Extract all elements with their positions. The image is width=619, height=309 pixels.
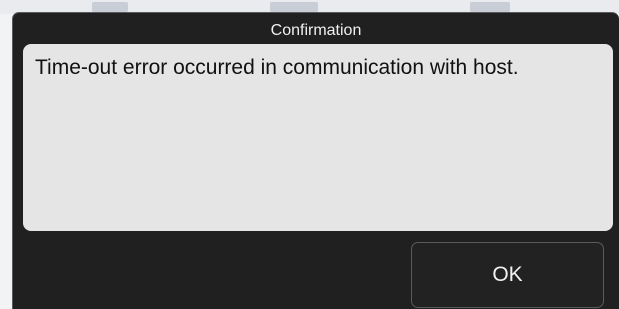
error-message: Time-out error occurred in communication… bbox=[35, 56, 519, 79]
background-toolbar-icon bbox=[470, 2, 510, 12]
dialog-title: Confirmation bbox=[270, 22, 362, 39]
message-panel: Time-out error occurred in communication… bbox=[23, 44, 613, 231]
background-toolbar-icon bbox=[270, 2, 318, 12]
confirmation-dialog: Confirmation Time-out error occurred in … bbox=[12, 12, 619, 309]
background-toolbar-icon bbox=[92, 2, 128, 12]
ok-button[interactable]: OK bbox=[411, 242, 604, 308]
